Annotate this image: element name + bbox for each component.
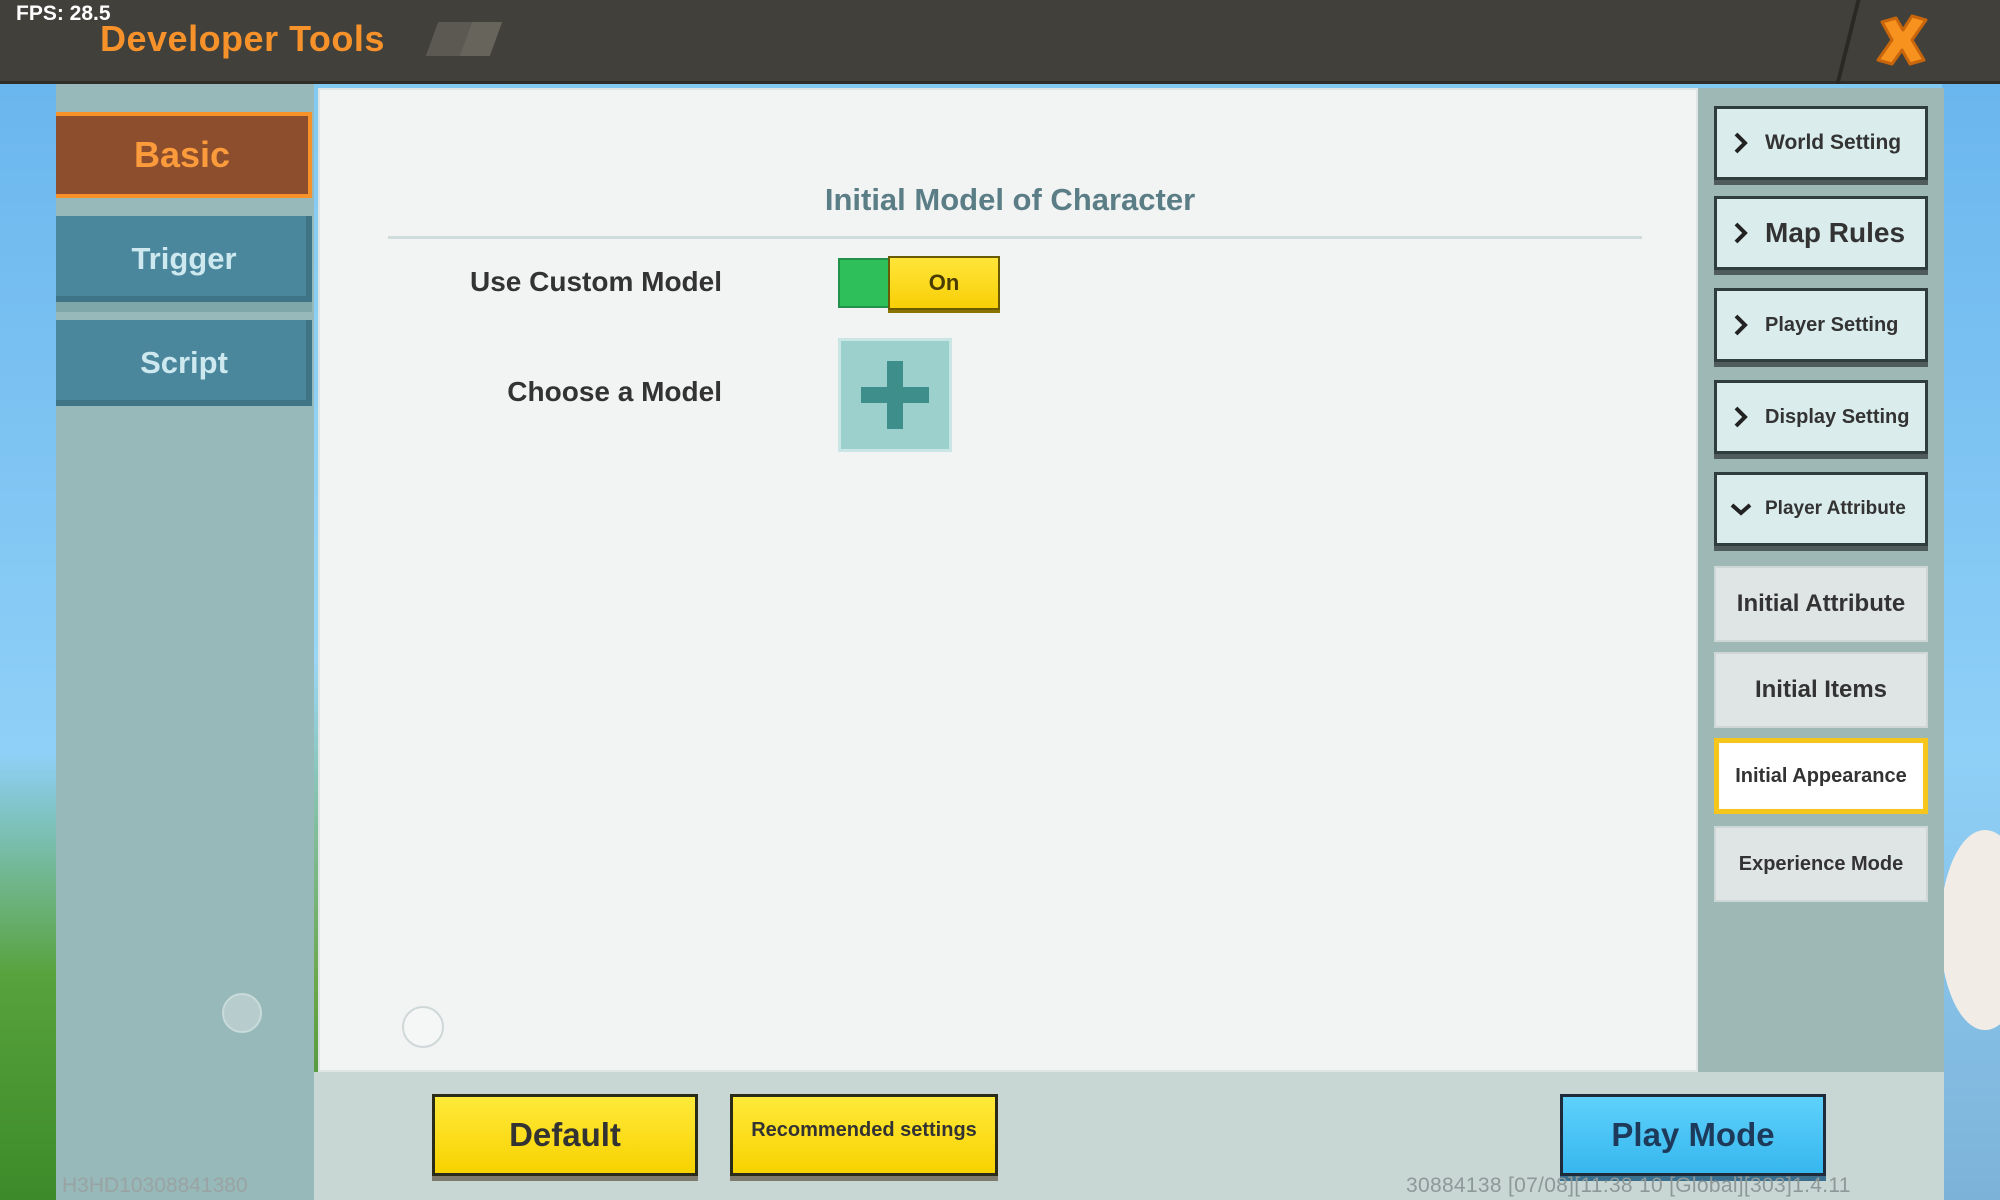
category-display-setting[interactable]: Display Setting [1714,380,1928,454]
subitem-label: Initial Appearance [1735,764,1907,787]
toggle-knob: On [888,256,1000,310]
category-map-rules[interactable]: Map Rules [1714,196,1928,270]
build-info-text: 30884138 [07/08][11:38 10 [Global][303]1… [1406,1174,1851,1197]
category-player-setting[interactable]: Player Setting [1714,288,1928,362]
tab-trigger[interactable]: Trigger [56,216,312,302]
choose-model-button[interactable] [838,338,952,452]
default-button-label: Default [509,1116,621,1153]
category-label: Map Rules [1765,217,1906,248]
chevron-right-icon [1717,405,1765,429]
background-scenery-left [0,84,56,1200]
section-divider [388,236,1642,239]
subitem-label: Initial Attribute [1736,590,1906,617]
page-title: Developer Tools [100,18,385,59]
scroll-indicator [222,993,262,1033]
cursor-indicator [402,1006,444,1048]
play-mode-label: Play Mode [1611,1116,1775,1153]
fps-counter: FPS: 28.5 [16,2,111,25]
category-label: World Setting [1765,131,1902,154]
default-button[interactable]: Default [432,1094,698,1176]
tab-divider [56,302,312,312]
category-label: Display Setting [1765,405,1910,428]
recommended-settings-button[interactable]: Recommended settings [730,1094,998,1176]
category-label: Player Setting [1765,313,1899,336]
tab-script-label: Script [140,345,228,380]
plus-icon [861,361,929,429]
play-mode-button[interactable]: Play Mode [1560,1094,1826,1176]
use-custom-model-label: Use Custom Model [469,266,722,297]
tab-script[interactable]: Script [56,320,312,406]
chevron-down-icon [1717,500,1765,518]
choose-model-label: Choose a Model [507,376,722,407]
chevron-right-icon [1717,313,1765,337]
category-world-setting[interactable]: World Setting [1714,106,1928,180]
subitem-initial-appearance[interactable]: Initial Appearance [1714,738,1928,814]
chevron-right-icon [1717,221,1765,245]
close-separator [1835,0,1861,84]
tab-basic-label: Basic [133,134,231,175]
main-panel: Initial Model of Character Use Custom Mo… [318,88,1698,1072]
section-title: Initial Model of Character [824,182,1196,217]
top-bar: FPS: 28.5 Developer Tools [0,0,2000,84]
close-button[interactable] [1866,4,1938,76]
tab-trigger-label: Trigger [131,241,237,276]
use-custom-model-toggle[interactable]: On [838,256,1000,310]
subitem-initial-attribute[interactable]: Initial Attribute [1714,566,1928,642]
close-x-icon [1876,14,1928,66]
subitem-experience-mode[interactable]: Experience Mode [1714,826,1928,902]
toggle-value: On [928,270,960,295]
recommended-settings-label: Recommended settings [751,1118,977,1141]
category-label: Player Attribute [1765,498,1906,519]
category-player-attribute[interactable]: Player Attribute [1714,472,1928,546]
subitem-initial-items[interactable]: Initial Items [1714,652,1928,728]
chevron-right-icon [1717,131,1765,155]
device-id-text: H3HD10308841380 [62,1174,248,1197]
subitem-label: Experience Mode [1738,852,1904,875]
tab-basic[interactable]: Basic [56,112,312,198]
subitem-label: Initial Items [1754,676,1888,703]
background-scenery-right [1942,84,2000,1200]
